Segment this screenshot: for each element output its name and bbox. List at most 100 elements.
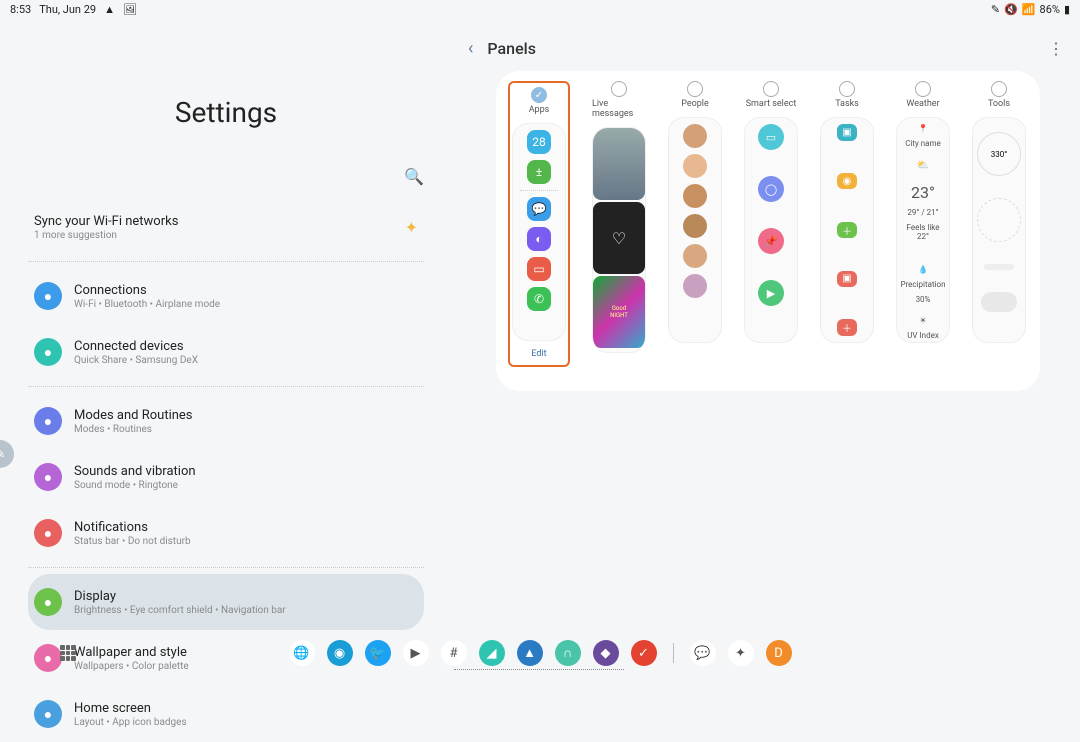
panel-preview-tools[interactable]: 330° bbox=[972, 117, 1026, 343]
settings-item-icon: ● bbox=[34, 519, 62, 547]
more-button[interactable]: ⋮ bbox=[1048, 39, 1064, 58]
taskbar-underline bbox=[454, 669, 624, 670]
panel-col-people: People bbox=[668, 81, 722, 367]
settings-item-title: Sounds and vibration bbox=[74, 464, 418, 479]
app-c-icon[interactable]: ∩ bbox=[555, 640, 581, 666]
taskbar: 🌐 ◉ 🐦 ▶ # ◢ ▲ ∩ ◆ ✓ 💬 ✦ D bbox=[0, 636, 1080, 670]
battery-percent: 86% bbox=[1040, 3, 1060, 16]
play-icon[interactable]: ▶ bbox=[403, 640, 429, 666]
panel-radio[interactable] bbox=[839, 81, 855, 97]
suggestion-item[interactable]: Sync your Wi-Fi networks 1 more suggesti… bbox=[28, 200, 424, 255]
task-icon-3: ▣ bbox=[837, 271, 857, 288]
battery-icon: ▮ bbox=[1064, 3, 1070, 16]
apps-grid-icon[interactable] bbox=[60, 645, 76, 661]
panel-preview-live-messages[interactable]: ♡ GoodNIGHT bbox=[592, 127, 646, 353]
suggestion-title: Sync your Wi-Fi networks bbox=[34, 214, 405, 229]
panel-label: Live messages bbox=[592, 99, 646, 119]
settings-item-home-screen[interactable]: ● Home screen Layout • App icon badges bbox=[28, 686, 424, 742]
panel-col-tasks: Tasks▣◉＋▣＋ bbox=[820, 81, 874, 367]
weather-uv-label: UV Index bbox=[907, 331, 939, 340]
oval-icon: ◯ bbox=[758, 176, 784, 202]
weather-precip-value: 30% bbox=[916, 295, 931, 304]
panel-radio[interactable]: ✓ bbox=[531, 87, 547, 103]
todoist-icon[interactable]: ✓ bbox=[631, 640, 657, 666]
settings-item-icon: ● bbox=[34, 407, 62, 435]
panel-radio[interactable] bbox=[915, 81, 931, 97]
slack-icon[interactable]: # bbox=[441, 640, 467, 666]
stylus-icon: ✎ bbox=[991, 3, 1000, 16]
chat-icon[interactable]: 💬 bbox=[690, 640, 716, 666]
lm-img-3: GoodNIGHT bbox=[593, 276, 645, 348]
panel-radio[interactable] bbox=[763, 81, 779, 97]
panel-label: Tasks bbox=[835, 99, 859, 109]
settings-item-modes-and-routines[interactable]: ● Modes and Routines Modes • Routines bbox=[28, 393, 424, 449]
panel-preview-tasks[interactable]: ▣◉＋▣＋ bbox=[820, 117, 874, 343]
weather-feels: Feels like 22° bbox=[901, 223, 945, 241]
messages-icon: 💬 bbox=[527, 197, 551, 221]
panel-col-weather: Weather 📍 City name ⛅ 23° 29° / 21° Feel… bbox=[896, 81, 950, 367]
ruler-icon bbox=[984, 264, 1014, 270]
panel-radio[interactable] bbox=[687, 81, 703, 97]
edge-icon[interactable]: ◉ bbox=[327, 640, 353, 666]
status-bar: 8:53 Thu, Jun 29 ▲ 🖼 ✎ 🔇 📶 86% ▮ bbox=[0, 0, 1080, 18]
back-button[interactable]: ‹ bbox=[468, 38, 473, 59]
app-separator bbox=[520, 190, 558, 191]
settings-item-sub: Status bar • Do not disturb bbox=[74, 536, 418, 547]
panel-col-tools: Tools 330° bbox=[972, 81, 1026, 367]
level-dial bbox=[977, 198, 1021, 242]
weather-temp: 23° bbox=[911, 183, 935, 202]
settings-item-display[interactable]: ● Display Brightness • Eye comfort shiel… bbox=[28, 574, 424, 630]
settings-item-sounds-and-vibration[interactable]: ● Sounds and vibration Sound mode • Ring… bbox=[28, 449, 424, 505]
panel-preview-people[interactable] bbox=[668, 117, 722, 343]
weather-city: City name bbox=[905, 139, 941, 148]
person-avatar-1 bbox=[683, 154, 707, 178]
dex-icon[interactable]: D bbox=[766, 640, 792, 666]
person-avatar-4 bbox=[683, 244, 707, 268]
app-a-icon[interactable]: ◢ bbox=[479, 640, 505, 666]
settings-item-icon: ● bbox=[34, 282, 62, 310]
chrome-icon[interactable]: 🌐 bbox=[289, 640, 315, 666]
settings-item-icon: ● bbox=[34, 463, 62, 491]
divider bbox=[28, 261, 424, 262]
panels-body: ✓Apps28±💬◐▭✆ Edit Live messages ♡ GoodNIG… bbox=[496, 71, 1040, 391]
twitter-icon[interactable]: 🐦 bbox=[365, 640, 391, 666]
panel-preview-smart-select[interactable]: ▭◯📌▶ bbox=[744, 117, 798, 343]
status-date: Thu, Jun 29 bbox=[39, 3, 96, 16]
lm-img-2: ♡ bbox=[593, 202, 645, 274]
panel-col-apps: ✓Apps28±💬◐▭✆ Edit bbox=[508, 81, 570, 367]
panel-preview-apps[interactable]: 28±💬◐▭✆ bbox=[512, 123, 566, 341]
settings-item-title: Connected devices bbox=[74, 339, 418, 354]
task-icon-2: ＋ bbox=[837, 222, 857, 239]
gif-icon: ▶ bbox=[758, 280, 784, 306]
panel-radio[interactable] bbox=[611, 81, 627, 97]
settings-item-icon: ● bbox=[34, 338, 62, 366]
note-icon: ▭ bbox=[527, 257, 551, 281]
weather-pin-icon: 📍 bbox=[918, 124, 928, 133]
weather-drop-icon: 💧 bbox=[918, 265, 928, 274]
panel-radio[interactable] bbox=[991, 81, 1007, 97]
obsidian-icon[interactable]: ◆ bbox=[593, 640, 619, 666]
settings-item-sub: Quick Share • Samsung DeX bbox=[74, 355, 418, 366]
suggestion-sub: 1 more suggestion bbox=[34, 230, 405, 241]
settings-item-title: Modes and Routines bbox=[74, 408, 418, 423]
settings-item-title: Connections bbox=[74, 283, 418, 298]
panel-preview-weather[interactable]: 📍 City name ⛅ 23° 29° / 21° Feels like 2… bbox=[896, 117, 950, 343]
panel-label: Tools bbox=[988, 99, 1010, 109]
task-icon-4: ＋ bbox=[837, 319, 857, 336]
calendar-icon: 28 bbox=[527, 130, 551, 154]
edit-link[interactable]: Edit bbox=[531, 349, 546, 359]
weather-high-low: 29° / 21° bbox=[907, 208, 938, 217]
panels-overlay: ‹ Panels ⋮ ✓Apps28±💬◐▭✆ EditLive message… bbox=[452, 18, 1080, 674]
photos-icon[interactable]: ✦ bbox=[728, 640, 754, 666]
app-b-icon[interactable]: ▲ bbox=[517, 640, 543, 666]
settings-item-connections[interactable]: ● Connections Wi-Fi • Bluetooth • Airpla… bbox=[28, 268, 424, 324]
mute-icon: 🔇 bbox=[1004, 3, 1018, 16]
divider bbox=[28, 386, 424, 387]
person-avatar-0 bbox=[683, 124, 707, 148]
status-time: 8:53 bbox=[10, 3, 31, 16]
settings-item-connected-devices[interactable]: ● Connected devices Quick Share • Samsun… bbox=[28, 324, 424, 380]
search-icon[interactable]: 🔍 bbox=[404, 167, 424, 186]
settings-item-notifications[interactable]: ● Notifications Status bar • Do not dist… bbox=[28, 505, 424, 561]
settings-item-title: Display bbox=[74, 589, 418, 604]
divider bbox=[28, 567, 424, 568]
